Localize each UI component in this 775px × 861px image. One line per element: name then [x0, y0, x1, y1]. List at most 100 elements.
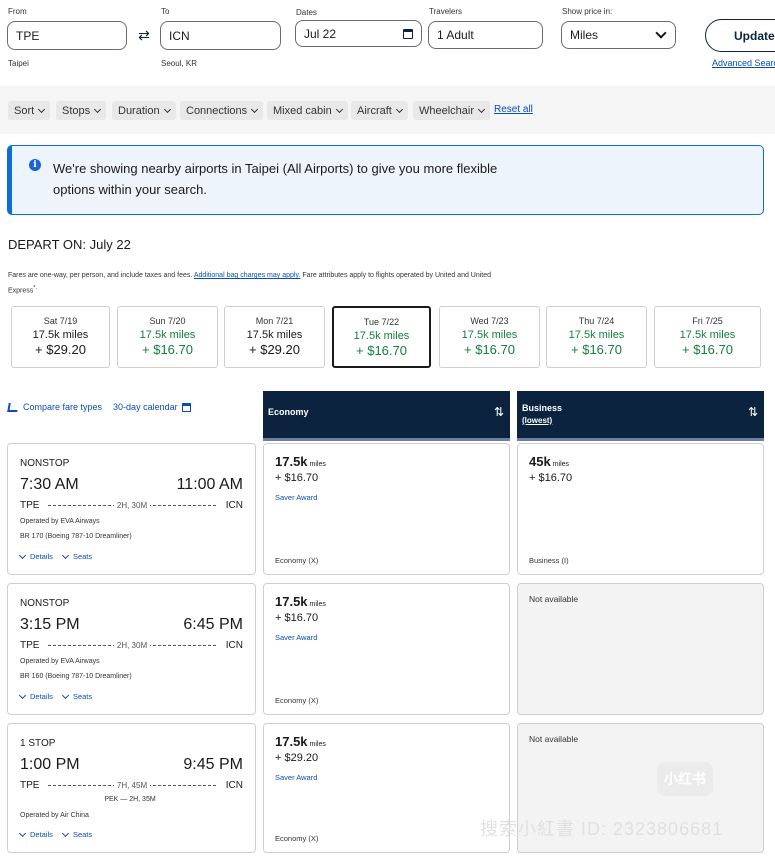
to-value: ICN	[169, 28, 190, 43]
fare-miles: 17.5k miles	[275, 734, 326, 749]
price-label: Show price in:	[562, 7, 613, 16]
date-tab-price: + $29.20	[35, 342, 86, 357]
filter-aircraft[interactable]: Aircraft	[351, 101, 408, 120]
dates-label: Dates	[296, 8, 317, 17]
seats-label: Seats	[72, 552, 93, 561]
price-value: Miles	[570, 28, 599, 42]
fare-miles-unit: miles	[552, 461, 570, 468]
operator: Operated by EVA Airways	[20, 518, 100, 525]
fare-tax: + $16.70	[275, 612, 319, 624]
caret-icon	[163, 105, 171, 113]
economy-fare-cell[interactable]: 17.5k miles + $16.70 Saver Award Economy …	[263, 443, 510, 575]
date-tab-fri[interactable]: Fri 7/25 17.5k miles + $16.70	[654, 306, 761, 368]
fare-miles-value: 17.5k	[275, 594, 308, 609]
fare-class: Economy (X)	[275, 834, 319, 843]
duration-text: 2H, 30M	[113, 641, 151, 650]
date-tab-mon[interactable]: Mon 7/21 17.5k miles + $29.20	[224, 306, 325, 368]
chevron-down-icon	[655, 27, 667, 39]
dates-field[interactable]: Jul 22	[295, 20, 422, 47]
reset-all-link[interactable]: Reset all	[494, 104, 533, 115]
flight-card[interactable]: 1 STOP 1:00 PM 9:45 PM TPE 7H, 45M ICN P…	[7, 723, 256, 853]
details-label: Details	[30, 692, 53, 701]
filter-label: Connections	[186, 104, 248, 117]
date-tab-sat[interactable]: Sat 7/19 17.5k miles + $29.20	[11, 306, 110, 368]
arrival-time: 9:45 PM	[183, 756, 243, 773]
destination-code: ICN	[225, 640, 243, 651]
seats-link[interactable]: Seats	[61, 829, 93, 839]
from-field[interactable]: TPE	[7, 21, 127, 50]
filter-connections[interactable]: Connections	[180, 101, 264, 120]
not-available-text: Not available	[529, 734, 579, 744]
sort-icon[interactable]: ⇅	[494, 405, 504, 419]
to-label: To	[161, 7, 170, 16]
business-fare-cell[interactable]: 45k miles + $16.70 Business (I)	[517, 443, 764, 575]
seats-label: Seats	[72, 830, 93, 839]
update-button[interactable]: Update	[705, 19, 775, 52]
bag-charges-link[interactable]: Additional bag charges may apply.	[194, 272, 301, 279]
date-tab-price: + $16.70	[356, 343, 407, 358]
filter-strip: Sort Stops Duration Connections Mixed ca…	[0, 86, 775, 134]
flight-card[interactable]: NONSTOP 3:15 PM 6:45 PM TPE 2H, 30M ICN …	[7, 583, 256, 715]
flight-links: Details Seats	[18, 829, 93, 839]
compare-fare-types-link[interactable]: Compare fare types	[23, 402, 102, 412]
fare-award-type: Saver Award	[275, 493, 318, 502]
date-tab-day: Fri 7/25	[692, 316, 723, 326]
info-icon: i	[29, 159, 41, 171]
watermark-logo: 小红书	[657, 762, 713, 796]
price-select[interactable]: Miles	[561, 21, 676, 49]
fare-miles: 45k miles	[529, 454, 569, 469]
filter-stops[interactable]: Stops	[56, 101, 107, 120]
from-value: TPE	[16, 28, 40, 43]
calendar-30-day-link[interactable]: 30-day calendar	[113, 402, 178, 412]
swap-icon[interactable]: ⇄	[136, 27, 152, 43]
caret-icon	[94, 105, 102, 113]
date-tab-miles: 17.5k miles	[353, 330, 410, 342]
date-tab-thu[interactable]: Thu 7/24 17.5k miles + $16.70	[546, 306, 647, 368]
fare-tax: + $16.70	[529, 472, 573, 484]
destination-code: ICN	[225, 500, 243, 511]
flight-links: Details Seats	[18, 691, 92, 701]
not-available-text: Not available	[529, 594, 579, 604]
flight-duration: 7H, 45M	[46, 781, 218, 790]
business-header-sub[interactable]: (lowest)	[522, 416, 552, 425]
search-bar: From TPE Taipei ⇄ To ICN Seoul, KR Dates…	[0, 0, 775, 86]
operator: Operated by Air China	[20, 812, 89, 819]
filter-sort[interactable]: Sort	[8, 101, 51, 120]
filter-mixed-cabin[interactable]: Mixed cabin	[267, 101, 348, 120]
details-link[interactable]: Details	[18, 551, 53, 561]
economy-column-header[interactable]: Economy ⇅	[263, 391, 510, 441]
date-tab-price: + $16.70	[682, 342, 733, 357]
business-fare-cell-unavailable: Not available	[517, 583, 764, 715]
filter-wheelchair[interactable]: Wheelchair	[413, 101, 491, 120]
date-tab-sun[interactable]: Sun 7/20 17.5k miles + $16.70	[117, 306, 218, 368]
flight-card[interactable]: NONSTOP 7:30 AM 11:00 AM TPE 2H, 30M ICN…	[7, 443, 256, 575]
economy-fare-cell[interactable]: 17.5k miles + $16.70 Saver Award Economy …	[263, 583, 510, 715]
details-link[interactable]: Details	[18, 691, 53, 701]
date-tab-price: + $29.20	[249, 342, 300, 357]
seats-link[interactable]: Seats	[61, 691, 92, 701]
economy-header-label: Economy	[268, 407, 309, 417]
travelers-label: Travelers	[429, 7, 463, 16]
fare-note: Fares are one-way, per person, and inclu…	[8, 270, 498, 297]
fare-award-type: Saver Award	[275, 633, 318, 642]
date-tab-tue-selected[interactable]: Tue 7/22 17.5k miles + $16.70	[332, 306, 431, 368]
caret-icon	[38, 105, 46, 113]
origin-code: TPE	[20, 780, 40, 791]
travelers-field[interactable]: 1 Adult	[428, 21, 543, 49]
date-tab-miles: 17.5k miles	[568, 329, 625, 341]
duration-text: 2H, 30M	[113, 501, 151, 510]
economy-fare-cell[interactable]: 17.5k miles + $29.20 Saver Award Economy …	[263, 723, 510, 853]
flight-duration: 2H, 30M	[46, 641, 218, 650]
to-field[interactable]: ICN	[160, 21, 281, 50]
date-tab-wed[interactable]: Wed 7/23 17.5k miles + $16.70	[439, 306, 540, 368]
advanced-search-link[interactable]: Advanced Search	[712, 58, 775, 68]
details-link[interactable]: Details	[18, 829, 53, 839]
fare-miles-unit: miles	[309, 461, 326, 468]
sort-icon[interactable]: ⇅	[748, 405, 758, 419]
origin-code: TPE	[20, 640, 40, 651]
business-column-header[interactable]: Business (lowest) ⇅	[517, 391, 764, 441]
filter-duration[interactable]: Duration	[112, 101, 176, 120]
fare-miles-value: 17.5k	[275, 734, 308, 749]
seats-link[interactable]: Seats	[61, 551, 93, 561]
date-tab-price: + $16.70	[464, 342, 515, 357]
